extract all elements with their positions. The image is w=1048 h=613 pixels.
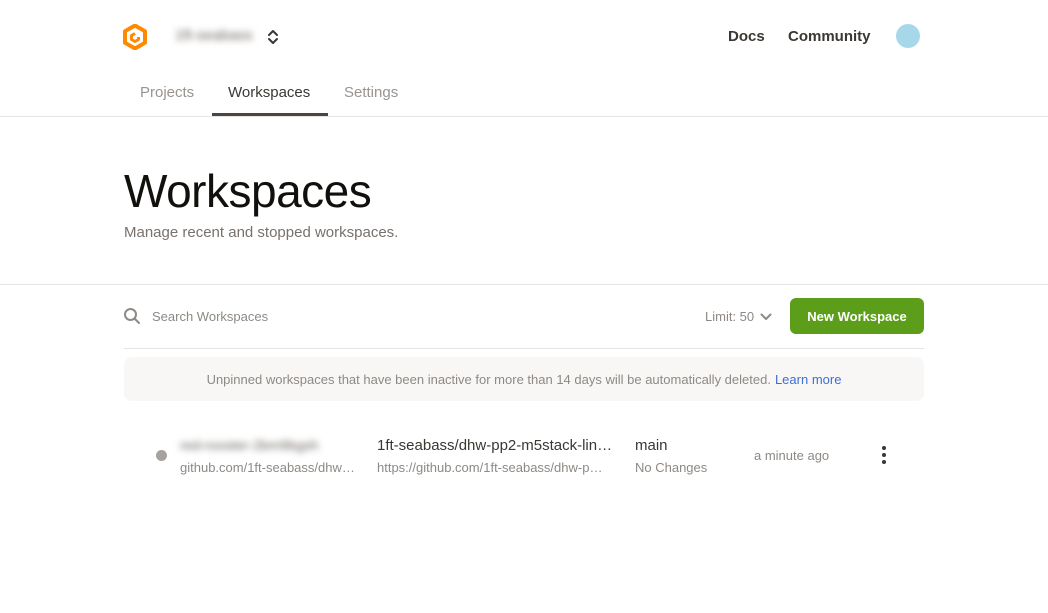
workspace-branch: main [635,437,668,454]
workspace-last-active: a minute ago [754,448,830,463]
community-link[interactable]: Community [788,28,871,45]
inactivity-notice: Unpinned workspaces that have been inact… [124,357,924,401]
limit-dropdown[interactable]: Limit: 50 [705,309,772,324]
workspace-context-url: https://github.com/1ft-seabass/dhw-p… [377,460,603,475]
workspace-id[interactable]: red-rooster-2bm9bgsh [180,437,319,453]
notice-text: Unpinned workspaces that have been inact… [206,371,771,387]
gitpod-logo[interactable] [122,24,148,50]
section-divider [0,284,1048,285]
chevron-down-icon [760,313,772,320]
chevron-up-down-icon[interactable] [266,27,280,47]
learn-more-link[interactable]: Learn more [775,372,841,387]
limit-label: Limit: 50 [705,309,755,324]
docs-link[interactable]: Docs [728,28,765,45]
org-name[interactable]: 1ft-seabass [175,27,253,44]
avatar[interactable] [896,24,920,48]
new-workspace-button[interactable]: New Workspace [790,298,924,334]
workspace-changes: No Changes [635,460,708,475]
search-icon [124,308,140,324]
tab-workspaces[interactable]: Workspaces [228,84,310,101]
tab-projects[interactable]: Projects [140,84,194,101]
toolbar-divider [124,348,924,349]
workspace-status-dot [156,450,167,461]
workspace-repo-url: github.com/1ft-seabass/dhw… [180,460,355,475]
page-title: Workspaces [124,165,372,217]
tabs-divider [0,116,1048,117]
page-subtitle: Manage recent and stopped workspaces. [124,224,399,241]
tab-settings[interactable]: Settings [344,84,398,101]
workspace-context: 1ft-seabass/dhw-pp2-m5stack-lin… [377,437,613,454]
search-input[interactable] [146,304,458,328]
more-options-icon[interactable] [874,444,894,466]
